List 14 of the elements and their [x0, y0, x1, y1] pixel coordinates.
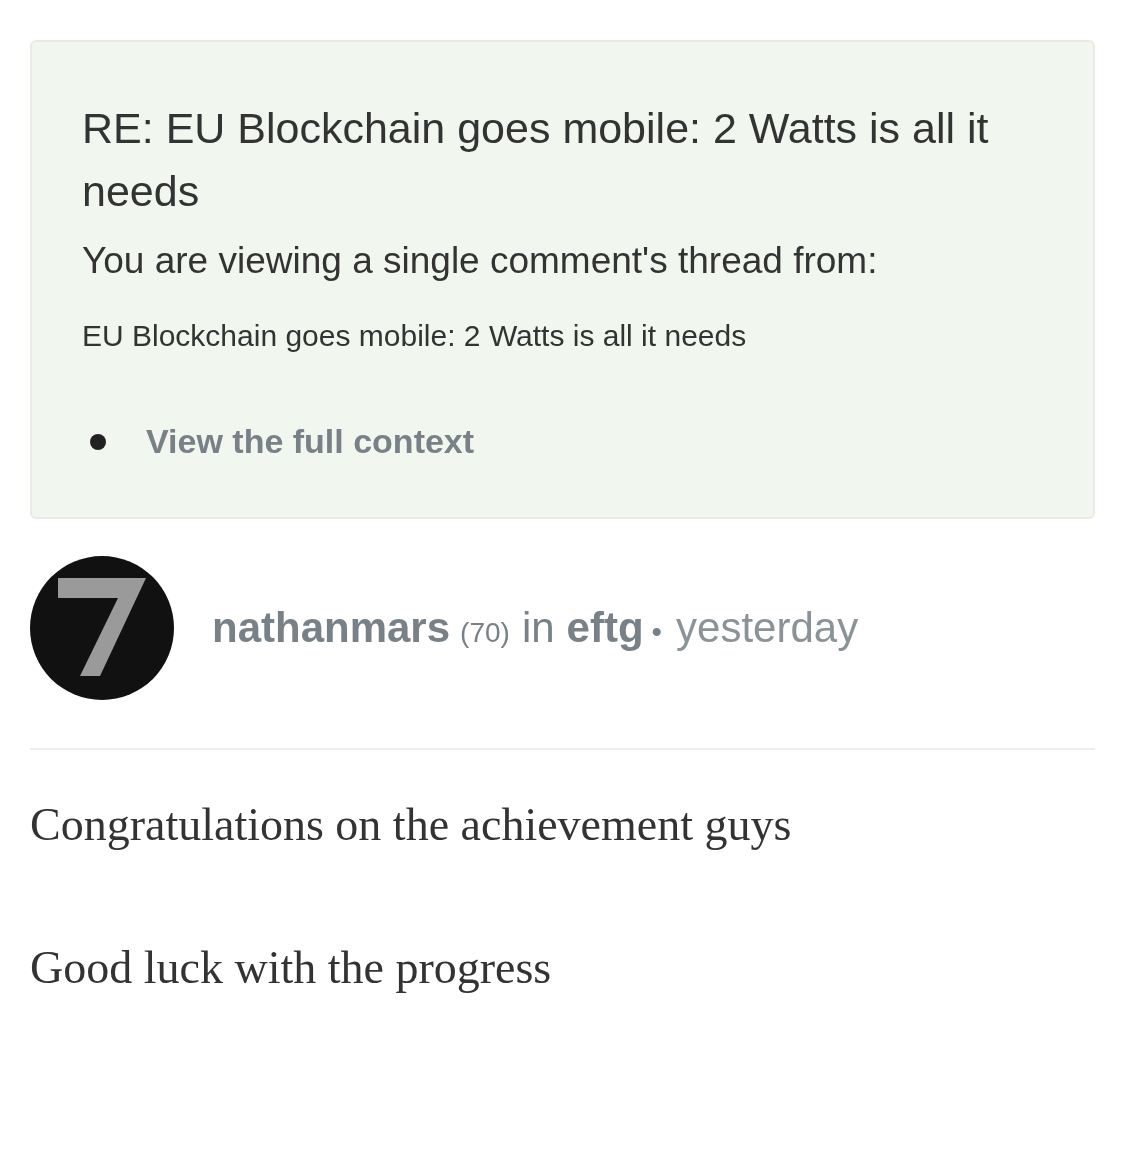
author-name[interactable]: nathanmars [212, 596, 451, 659]
bullet-icon [90, 433, 106, 450]
in-label: in [521, 603, 555, 653]
avatar-icon[interactable] [30, 555, 174, 700]
parent-post-link[interactable]: EU Blockchain goes mobile: 2 Watts is all it needs [82, 316, 1063, 356]
comment-paragraph: Good luck with the progress [30, 941, 553, 995]
reputation-score: (70) [460, 616, 510, 650]
thread-notice: You are viewing a single comment's thread from: [82, 239, 879, 283]
community-link[interactable]: eftg [566, 596, 644, 659]
post-time[interactable]: yesterday [676, 596, 859, 659]
separator-dot: • [651, 614, 663, 650]
comment-paragraph: Congratulations on the achievement guys [30, 798, 793, 852]
context-link[interactable]: View the full context [146, 416, 475, 467]
thread-title: RE: EU Blockchain goes mobile: 2 Watts is all it needs [82, 103, 990, 217]
